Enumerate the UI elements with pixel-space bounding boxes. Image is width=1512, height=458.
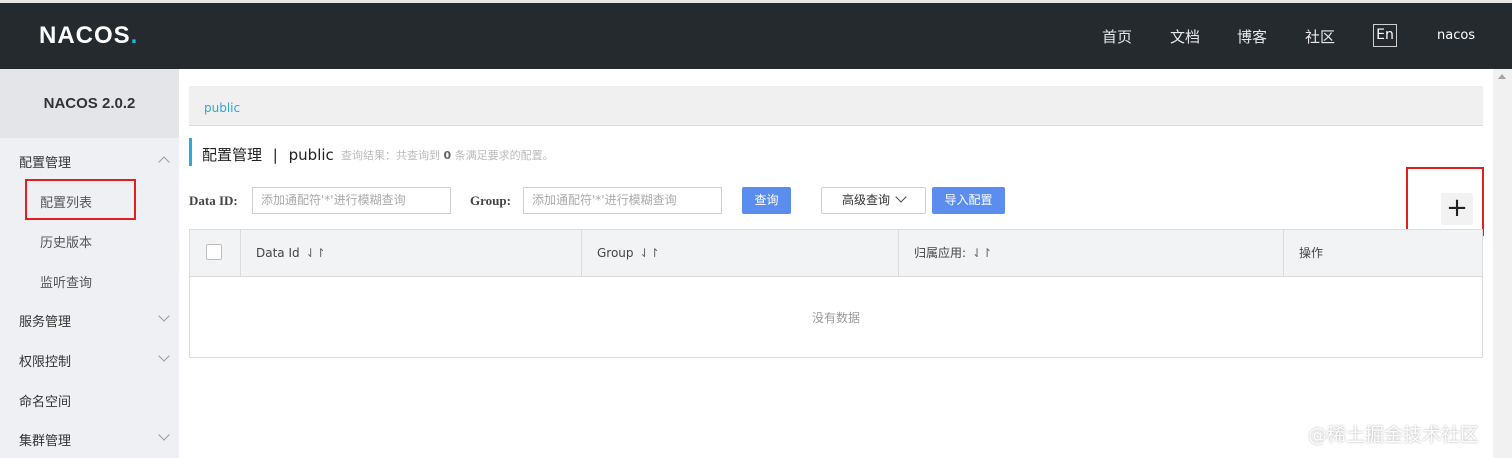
title-accent-bar [189,138,192,166]
sidebar-group-config[interactable]: 配置管理 [19,152,71,171]
group-label: Group: [470,193,511,208]
column-actions-label: 操作 [1299,246,1324,260]
query-result-summary: 查询结果：共查询到 0 条满足要求的配置。 [341,147,554,163]
user-menu[interactable]: nacos [1437,28,1475,43]
data-id-label: Data ID: [189,193,238,208]
page-title-namespace: public [288,146,334,164]
title-separator: | [272,146,278,164]
table-header: Data Id ⇃↾ Group ⇃↾ 归属应用: ⇃↾ 操作 [190,230,1482,277]
sidebar-group-service[interactable]: 服务管理 [19,311,71,330]
window-frame [0,0,1512,3]
sidebar-item-config-list[interactable]: 配置列表 [40,192,92,211]
empty-table-message: 没有数据 [811,311,860,325]
column-actions: 操作 [1283,230,1482,277]
result-count: 0 [443,149,452,162]
logo-text: NACOS [39,22,131,49]
nav-docs[interactable]: 文档 [1170,26,1200,47]
page-title-text: 配置管理 [202,146,263,164]
scroll-up-arrow-icon[interactable] [1498,74,1506,79]
chevron-down-icon [895,191,907,203]
column-app[interactable]: 归属应用: ⇃↾ [898,230,1283,277]
nav-community[interactable]: 社区 [1305,26,1335,47]
logo-dot: . [130,22,139,49]
nav-home[interactable]: 首页 [1102,26,1132,47]
sidebar-version-title: NACOS 2.0.2 [0,69,179,138]
import-config-button[interactable]: 导入配置 [932,187,1005,214]
sidebar-item-namespace[interactable]: 命名空间 [19,391,71,410]
sidebar-group-cluster[interactable]: 集群管理 [19,430,71,449]
result-prefix: 查询结果：共查询到 [341,149,440,162]
column-data-id-label: Data Id [256,246,300,260]
vertical-scrollbar[interactable] [1493,69,1512,458]
add-config-button[interactable]: + [1441,193,1473,225]
sort-icon[interactable]: ⇃↾ [640,246,660,260]
sort-icon[interactable]: ⇃↾ [972,246,992,260]
config-table: Data Id ⇃↾ Group ⇃↾ 归属应用: ⇃↾ 操作 没有数据 [189,229,1483,358]
sort-icon[interactable]: ⇃↾ [306,246,326,260]
nacos-logo[interactable]: NACOS. [39,22,138,50]
result-suffix: 条满足要求的配置。 [454,149,554,162]
sidebar-item-history[interactable]: 历史版本 [40,232,92,251]
sidebar-group-auth[interactable]: 权限控制 [19,351,71,370]
column-group[interactable]: Group ⇃↾ [581,230,898,277]
select-all-checkbox[interactable] [206,244,222,260]
namespace-link-public[interactable]: public [204,101,240,115]
page-title: 配置管理 | public [202,144,334,165]
language-switch-button[interactable]: En [1373,24,1397,47]
column-app-label: 归属应用: [914,246,967,260]
column-data-id[interactable]: Data Id ⇃↾ [240,230,581,277]
namespace-breadcrumb: public [189,86,1483,126]
column-group-label: Group [597,246,634,260]
data-id-input[interactable]: 添加通配符'*'进行模糊查询 [252,187,451,214]
sidebar-item-listener-query[interactable]: 监听查询 [40,272,92,291]
search-button[interactable]: 查询 [742,187,791,214]
group-input[interactable]: 添加通配符'*'进行模糊查询 [523,187,722,214]
top-header: NACOS. 首页 文档 博客 社区 En nacos [0,0,1512,69]
advanced-query-button[interactable]: 高级查询 [821,187,926,214]
advanced-query-label: 高级查询 [841,193,890,207]
watermark: @稀土掘金技术社区 [1308,424,1480,446]
nav-blog[interactable]: 博客 [1237,26,1267,47]
